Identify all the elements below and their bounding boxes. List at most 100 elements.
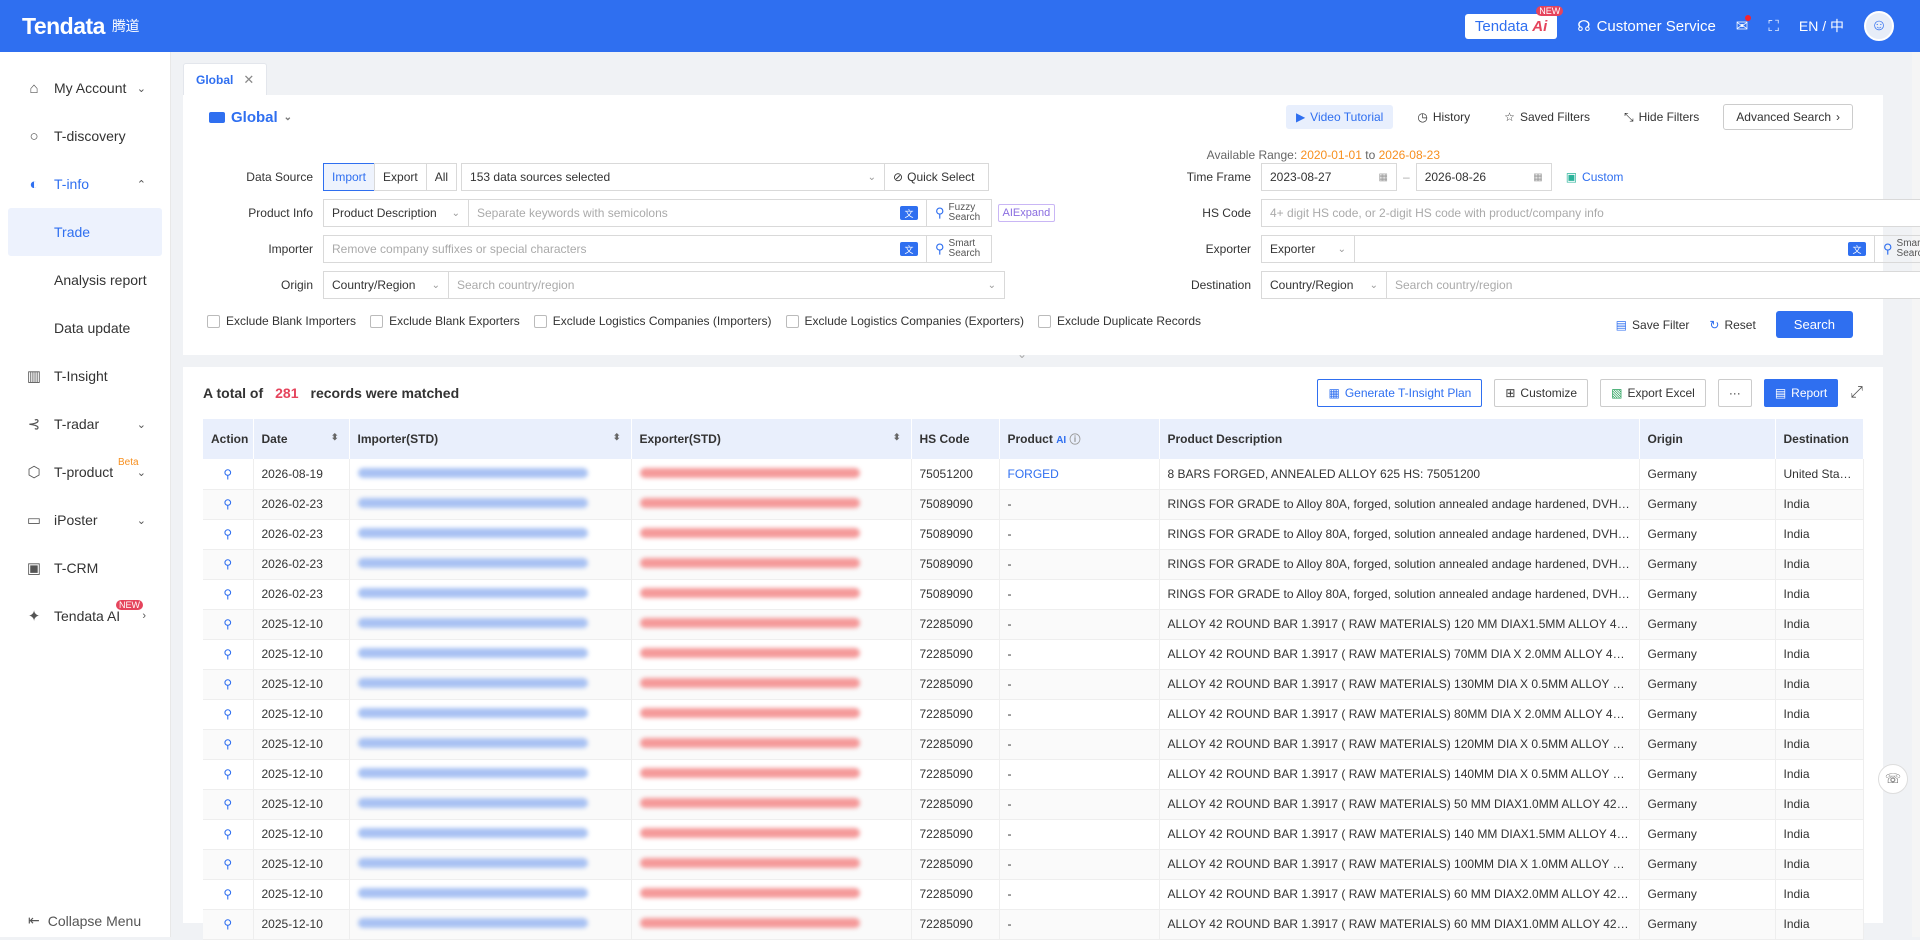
sort-icon[interactable]: ⬍ (613, 432, 621, 443)
page-scrollbar[interactable] (1912, 52, 1920, 937)
cell-importer[interactable] (349, 519, 632, 550)
view-detail-icon[interactable]: ⚲ (203, 879, 254, 910)
col-date[interactable]: Date ⬍ (253, 419, 350, 459)
history-button[interactable]: ◷ History (1407, 105, 1480, 129)
exclude-duplicate-records-checkbox[interactable]: Exclude Duplicate Records (1037, 314, 1201, 328)
quick-select-button[interactable]: ⊘ Quick Select (885, 163, 990, 191)
fullscreen-icon[interactable]: ⛶ (1768, 18, 1779, 35)
custom-date-button[interactable]: ▣ Custom (1566, 170, 1624, 184)
cell-importer[interactable] (349, 759, 632, 790)
table-row[interactable]: ⚲ 2026-08-19 75051200 FORGED 8 BARS FORGED, … (203, 459, 1864, 490)
view-detail-icon[interactable]: ⚲ (203, 459, 254, 490)
date-to-input[interactable]: 2026-08-26 ▦ (1415, 163, 1552, 191)
advanced-search-button[interactable]: Advanced Search › (1723, 104, 1853, 130)
origin-type-select[interactable]: Country/Region ⌄ (323, 271, 449, 299)
product-type-select[interactable]: Product Description ⌄ (323, 199, 469, 227)
more-button[interactable]: ··· (1717, 379, 1752, 407)
col-exporter[interactable]: Exporter(STD) ⬍ (631, 419, 912, 459)
language-switch[interactable]: EN / 中 (1799, 16, 1844, 36)
view-detail-icon[interactable]: ⚲ (203, 519, 254, 550)
table-row[interactable]: ⚲ 2025-12-10 72285090- ALLOY 42 ROUND BAR 1… (203, 699, 1864, 730)
close-icon[interactable]: ✕ (243, 72, 254, 88)
sidebar-item-my-account[interactable]: ⌂ My Account ⌄ (0, 64, 170, 112)
cell-importer[interactable] (349, 489, 632, 520)
view-detail-icon[interactable]: ⚲ (203, 489, 254, 520)
save-filter-button[interactable]: ▤ Save Filter (1616, 318, 1690, 332)
smart-search-importer-button[interactable]: ⚲ Smart Search (927, 235, 992, 263)
cell-importer[interactable] (349, 579, 632, 610)
tendata-ai-button[interactable]: Tendata Ai NEW (1464, 5, 1564, 39)
table-row[interactable]: ⚲ 2025-12-10 72285090- ALLOY 42 ROUND BAR 1… (203, 819, 1864, 850)
view-detail-icon[interactable]: ⚲ (203, 579, 254, 610)
table-row[interactable]: ⚲ 2025-12-10 72285090- ALLOY 42 ROUND BAR 1… (203, 849, 1864, 880)
report-button[interactable]: ▤ Report (1763, 379, 1839, 407)
date-from-input[interactable]: 2023-08-27 ▦ (1261, 163, 1397, 191)
view-detail-icon[interactable]: ⚲ (203, 729, 254, 760)
table-row[interactable]: ⚲ 2026-02-23 75089090- RINGS FOR GRADE to A… (203, 489, 1864, 520)
cell-importer[interactable] (349, 849, 632, 880)
col-importer[interactable]: Importer(STD) ⬍ (349, 419, 632, 459)
view-detail-icon[interactable]: ⚲ (203, 609, 254, 640)
info-icon[interactable]: ⓘ (1070, 434, 1081, 446)
destination-input[interactable]: Search country/region⌄ (1387, 271, 1920, 299)
product-keyword-input[interactable]: Separate keywords with semicolons 文 (469, 199, 927, 227)
tab-global[interactable]: Global ✕ (183, 63, 268, 95)
expand-icon[interactable]: ⤢ (1850, 384, 1863, 402)
smart-search-exporter-button[interactable]: ⚲Smart Search (1875, 235, 1920, 263)
exclude-logistics-importers-checkbox[interactable]: Exclude Logistics Companies (Importers) (533, 314, 772, 328)
cell-importer[interactable] (349, 549, 632, 580)
destination-type-select[interactable]: Country/Region ⌄ (1261, 271, 1387, 299)
cell-exporter[interactable] (631, 699, 912, 730)
export-excel-button[interactable]: ▧ Export Excel (1600, 379, 1706, 407)
table-row[interactable]: ⚲ 2025-12-10 72285090- ALLOY 42 ROUND BAR 1… (203, 609, 1864, 640)
cell-importer[interactable] (349, 819, 632, 850)
origin-input[interactable]: Search country/region ⌄ (449, 271, 1005, 299)
logo[interactable]: Tendata 腾道 (22, 13, 139, 40)
table-row[interactable]: ⚲ 2025-12-10 72285090- ALLOY 42 ROUND BAR 1… (203, 639, 1864, 670)
sidebar-item-t-radar[interactable]: ⊰ T-radar ⌄ (0, 400, 170, 448)
fuzzy-search-button[interactable]: ⚲ Fuzzy Search (927, 199, 992, 227)
video-tutorial-button[interactable]: ▶ Video Tutorial (1285, 105, 1394, 129)
scope-selector[interactable]: Global ⌄ (209, 109, 292, 126)
exporter-type-select[interactable]: Exporter ⌄ (1261, 235, 1355, 263)
hs-code-input[interactable]: 4+ digit HS code, or 2-digit HS code wit… (1261, 199, 1920, 227)
cell-exporter[interactable] (631, 549, 912, 580)
collapse-filters-icon[interactable]: ⌄ (1017, 347, 1027, 361)
data-source-import[interactable]: Import (323, 163, 375, 191)
customer-service-button[interactable]: ☊ Customer Service (1577, 17, 1716, 36)
cell-importer[interactable] (349, 789, 632, 820)
exporter-input[interactable]: 文 (1355, 235, 1875, 263)
sidebar-item-data-update[interactable]: Data update (0, 304, 170, 352)
sidebar-item-t-discovery[interactable]: ○ T-discovery (0, 112, 170, 160)
customize-button[interactable]: ⊞ Customize (1494, 379, 1589, 407)
cell-importer[interactable] (349, 669, 632, 700)
keyword-icon[interactable]: 文 (900, 242, 918, 256)
cell-exporter[interactable] (631, 459, 912, 490)
view-detail-icon[interactable]: ⚲ (203, 639, 254, 670)
cell-importer[interactable] (349, 459, 632, 490)
cell-exporter[interactable] (631, 519, 912, 550)
cell-exporter[interactable] (631, 639, 912, 670)
sidebar-item-t-crm[interactable]: ▣ T-CRM (0, 544, 170, 592)
data-source-export[interactable]: Export (374, 163, 426, 191)
hide-filters-button[interactable]: ⤡ Hide Filters (1614, 105, 1709, 130)
sidebar-item-t-insight[interactable]: ▥ T-Insight (0, 352, 170, 400)
notification-icon[interactable]: ✉ (1736, 15, 1752, 35)
collapse-menu-button[interactable]: ⇤ Collapse Menu (28, 912, 141, 929)
cell-exporter[interactable] (631, 729, 912, 760)
view-detail-icon[interactable]: ⚲ (203, 849, 254, 880)
cell-exporter[interactable] (631, 879, 912, 910)
sidebar-item-trade[interactable]: Trade (8, 208, 162, 256)
sidebar-item-iposter[interactable]: ▭ iPoster ⌄ (0, 496, 170, 544)
search-button[interactable]: Search (1775, 311, 1853, 338)
view-detail-icon[interactable]: ⚲ (203, 669, 254, 700)
view-detail-icon[interactable]: ⚲ (203, 759, 254, 790)
generate-insight-plan-button[interactable]: ▦ Generate T-Insight Plan (1317, 379, 1483, 407)
cell-exporter[interactable] (631, 819, 912, 850)
sidebar-item-t-info[interactable]: ◐ T-info ⌃ (0, 160, 170, 208)
support-float-icon[interactable]: ☏ (1878, 764, 1908, 794)
table-row[interactable]: ⚲ 2026-02-23 75089090- RINGS FOR GRADE to A… (203, 549, 1864, 580)
sidebar-item-analysis-report[interactable]: Analysis report (0, 256, 170, 304)
table-row[interactable]: ⚲ 2025-12-10 72285090- ALLOY 42 ROUND BAR 1… (203, 729, 1864, 760)
cell-importer[interactable] (349, 729, 632, 760)
